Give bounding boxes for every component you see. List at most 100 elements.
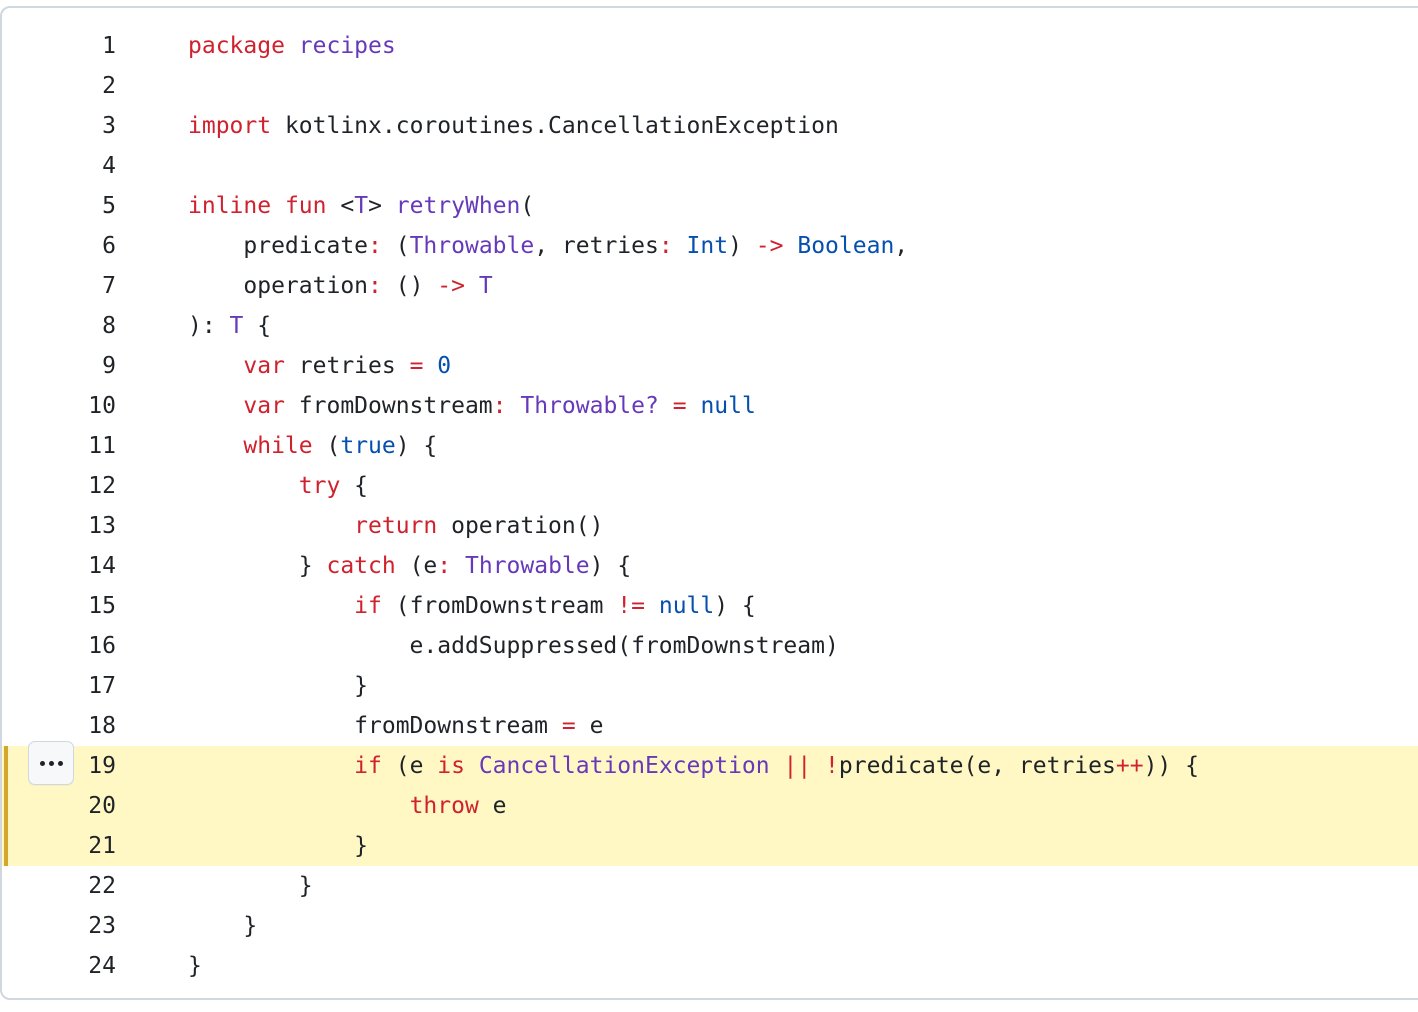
code-token: e — [478, 793, 507, 819]
code-token: fromDownstream — [284, 393, 493, 419]
code-token: T — [478, 273, 493, 299]
line-number[interactable]: 2 — [2, 66, 116, 106]
line-number[interactable]: 10 — [2, 386, 116, 426]
line-code: import kotlinx.coroutines.CancellationEx… — [188, 106, 839, 146]
code-token: } — [188, 873, 313, 899]
code-viewer: 1 package recipes 2 3 import kotlinx.corouti… — [0, 6, 1418, 1000]
code-token: null — [658, 593, 715, 619]
code-token: : — [658, 233, 673, 259]
line-number[interactable]: 5 — [2, 186, 116, 226]
code-line: 13 return operation() — [2, 506, 1418, 546]
line-number[interactable]: 11 — [2, 426, 116, 466]
code-line: 21 } — [2, 826, 1418, 866]
code-token: fun — [284, 193, 327, 219]
code-token: e — [575, 713, 604, 739]
code-token: : — [368, 273, 382, 299]
code-token: operation() — [437, 513, 604, 539]
code-token: (fromDownstream — [381, 593, 618, 619]
line-number[interactable]: 15 — [2, 586, 116, 626]
line-number[interactable]: 23 — [2, 906, 116, 946]
line-code: } — [188, 866, 313, 906]
code-line: 20 throw e — [2, 786, 1418, 826]
line-code: } catch (e: Throwable) { — [188, 546, 631, 586]
line-number[interactable]: 3 — [2, 106, 116, 146]
line-number[interactable]: 20 — [2, 786, 116, 826]
line-number[interactable]: 12 — [2, 466, 116, 506]
code-line: 22 } — [2, 866, 1418, 906]
line-code: while (true) { — [188, 426, 437, 466]
line-code: var retries = 0 — [188, 346, 451, 386]
code-token: ( — [520, 193, 535, 219]
code-token: package — [188, 33, 285, 59]
code-token: || — [783, 753, 812, 779]
line-code: predicate: (Throwable, retries: Int) -> … — [188, 226, 908, 266]
line-number[interactable]: 6 — [2, 226, 116, 266]
code-token: predicate(e, retries — [838, 753, 1116, 779]
line-number[interactable]: 7 — [2, 266, 116, 306]
code-token: -> — [755, 233, 784, 259]
line-code: package recipes — [188, 26, 396, 66]
code-token: retryWhen — [395, 193, 521, 219]
line-number[interactable]: 8 — [2, 306, 116, 346]
code-token: { — [340, 473, 369, 499]
code-token: ) { — [395, 433, 438, 459]
code-token: != — [617, 593, 645, 619]
line-number[interactable]: 13 — [2, 506, 116, 546]
line-code: fromDownstream = e — [188, 706, 603, 746]
code-line: 14 } catch (e: Throwable) { — [2, 546, 1418, 586]
line-number[interactable]: 1 — [2, 26, 116, 66]
line-options-button[interactable] — [28, 741, 74, 785]
code-token: ! — [825, 753, 839, 779]
line-number[interactable]: 16 — [2, 626, 116, 666]
line-code: if (e is CancellationException || !predi… — [188, 746, 1199, 786]
code-line: 2 — [2, 66, 1418, 106]
line-code: try { — [188, 466, 368, 506]
code-token: (e — [381, 753, 438, 779]
code-token: T — [354, 193, 369, 219]
code-token: = — [409, 353, 424, 379]
line-number[interactable]: 24 — [2, 946, 116, 986]
kebab-horizontal-icon — [39, 760, 63, 766]
code-token: ( — [381, 233, 410, 259]
dot — [39, 760, 45, 766]
code-line: 11 while (true) { — [2, 426, 1418, 466]
code-token: CancellationException — [478, 753, 770, 779]
code-token: , retries — [534, 233, 659, 259]
code-line: 18 fromDownstream = e — [2, 706, 1418, 746]
line-number[interactable]: 18 — [2, 706, 116, 746]
code-token: operation — [188, 273, 369, 299]
line-number[interactable]: 22 — [2, 866, 116, 906]
code-token: )) { — [1143, 753, 1199, 779]
code-token: () — [381, 273, 438, 299]
line-number[interactable]: 14 — [2, 546, 116, 586]
code-token: return — [354, 513, 438, 539]
code-token: import — [188, 113, 272, 139]
line-number[interactable]: 9 — [2, 346, 116, 386]
code-line: 24} — [2, 946, 1418, 986]
line-code: throw e — [188, 786, 507, 826]
line-code: } — [188, 946, 202, 986]
code-token: : — [368, 233, 382, 259]
line-number[interactable]: 17 — [2, 666, 116, 706]
line-number[interactable]: 21 — [2, 826, 116, 866]
line-code: operation: () -> T — [188, 266, 493, 306]
code-token: Throwable — [409, 233, 535, 259]
code-token: } — [188, 953, 202, 979]
line-number[interactable]: 4 — [2, 146, 116, 186]
code-token: = — [561, 713, 576, 739]
code-token: ) { — [589, 553, 632, 579]
code-token: ) { — [714, 593, 756, 619]
code-line: 10 var fromDownstream: Throwable? = null — [2, 386, 1418, 426]
code-token: true — [340, 433, 396, 459]
code-token: } — [188, 673, 369, 699]
